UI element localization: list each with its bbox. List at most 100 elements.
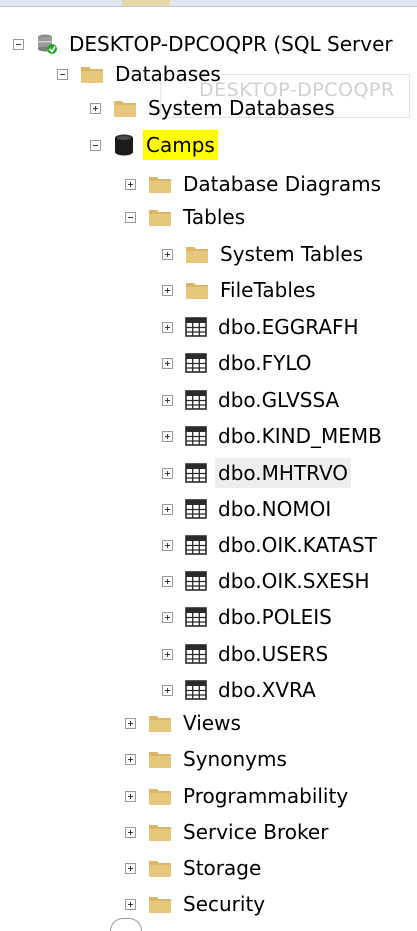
expand-toggle-icon[interactable] <box>162 611 173 623</box>
tree-node-table[interactable]: dbo.USERS <box>162 636 331 672</box>
expand-toggle-icon[interactable] <box>125 826 136 838</box>
table-icon <box>185 390 207 410</box>
table-label: dbo.OIK.SXESH <box>218 569 370 593</box>
security-label: Security <box>183 892 266 916</box>
expand-toggle-icon[interactable] <box>162 357 173 369</box>
table-icon <box>185 680 207 700</box>
expand-toggle-icon[interactable] <box>162 394 173 406</box>
partial-next-item-icon <box>110 918 142 931</box>
server-connected-icon <box>38 34 57 54</box>
folder-icon <box>149 861 171 877</box>
expand-toggle-icon[interactable] <box>162 684 173 696</box>
tree-node-database-diagrams[interactable]: Database Diagrams <box>125 166 384 202</box>
tree-node-tables[interactable]: Tables <box>125 199 248 235</box>
table-label: dbo.KIND_MEMB <box>218 424 382 448</box>
tree-node-databases[interactable]: Databases <box>57 56 224 92</box>
table-icon <box>185 571 207 591</box>
expand-toggle-icon[interactable] <box>162 321 173 333</box>
folder-icon <box>149 752 171 768</box>
tree-node-system-tables[interactable]: System Tables <box>162 236 366 272</box>
table-label: dbo.OIK.KATAST <box>218 533 377 557</box>
table-icon <box>185 426 207 446</box>
tree-node-table[interactable]: dbo.POLEIS <box>162 599 335 635</box>
tree-node-table-selected[interactable]: dbo.MHTRVO <box>162 455 352 491</box>
expand-toggle-icon[interactable] <box>125 790 136 802</box>
tree-node-programmability[interactable]: Programmability <box>125 778 351 814</box>
database-diagrams-label: Database Diagrams <box>183 172 382 196</box>
tree-node-service-broker[interactable]: Service Broker <box>125 814 331 850</box>
table-label: dbo.XVRA <box>218 678 316 702</box>
folder-icon <box>149 210 171 226</box>
expand-toggle-icon[interactable] <box>162 430 173 442</box>
tree-node-table[interactable]: dbo.EGGRAFH <box>162 309 362 345</box>
tree-node-table[interactable]: dbo.KIND_MEMB <box>162 418 385 454</box>
table-label: dbo.FYLO <box>218 351 312 375</box>
tree-node-camps-database[interactable]: Camps <box>90 127 218 163</box>
synonyms-label: Synonyms <box>183 747 287 771</box>
folder-icon <box>149 177 171 193</box>
tree-node-system-databases[interactable]: System Databases <box>90 90 338 126</box>
table-icon <box>185 353 207 373</box>
expand-toggle-icon[interactable] <box>162 648 173 660</box>
folder-icon <box>186 283 208 299</box>
table-icon <box>185 535 207 555</box>
expand-toggle-icon[interactable] <box>125 717 136 729</box>
table-label: dbo.USERS <box>218 642 329 666</box>
collapse-toggle-icon[interactable] <box>90 139 101 151</box>
object-explorer-tree: DESKTOP-DPCOQPR (SQL Server Databases Sy… <box>0 0 417 928</box>
tree-node-table[interactable]: dbo.NOMOI <box>162 491 334 527</box>
collapse-toggle-icon[interactable] <box>125 211 136 223</box>
table-label: dbo.NOMOI <box>218 497 332 521</box>
table-icon <box>185 607 207 627</box>
expand-toggle-icon[interactable] <box>125 862 136 874</box>
system-tables-label: System Tables <box>220 242 364 266</box>
tables-label: Tables <box>183 205 246 229</box>
tree-node-table[interactable]: dbo.OIK.SXESH <box>162 563 373 599</box>
table-label: dbo.POLEIS <box>218 605 332 629</box>
filetables-label: FileTables <box>220 278 316 302</box>
tree-node-storage[interactable]: Storage <box>125 850 264 886</box>
tree-node-security[interactable]: Security <box>125 886 268 922</box>
tree-node-table[interactable]: dbo.GLVSSA <box>162 382 342 418</box>
table-icon <box>185 317 207 337</box>
expand-toggle-icon[interactable] <box>162 248 173 260</box>
folder-icon <box>149 789 171 805</box>
server-label: DESKTOP-DPCOQPR (SQL Server <box>69 32 393 56</box>
tree-node-synonyms[interactable]: Synonyms <box>125 741 290 777</box>
expand-toggle-icon[interactable] <box>90 102 101 114</box>
tree-node-filetables[interactable]: FileTables <box>162 272 319 308</box>
expand-toggle-icon[interactable] <box>125 178 136 190</box>
expand-toggle-icon[interactable] <box>125 753 136 765</box>
tree-node-table[interactable]: dbo.XVRA <box>162 672 319 708</box>
folder-icon <box>81 67 103 83</box>
table-icon <box>185 463 207 483</box>
expand-toggle-icon[interactable] <box>162 575 173 587</box>
folder-icon <box>149 716 171 732</box>
expand-toggle-icon[interactable] <box>162 467 173 479</box>
collapse-toggle-icon[interactable] <box>13 38 24 50</box>
table-label: dbo.MHTRVO <box>215 458 352 488</box>
databases-label: Databases <box>115 62 221 86</box>
tree-node-table[interactable]: dbo.OIK.KATAST <box>162 527 380 563</box>
collapse-toggle-icon[interactable] <box>57 68 68 80</box>
folder-icon <box>186 247 208 263</box>
expand-toggle-icon[interactable] <box>162 539 173 551</box>
table-label: dbo.GLVSSA <box>218 388 340 412</box>
system-databases-label: System Databases <box>148 96 335 120</box>
folder-icon <box>149 825 171 841</box>
expand-toggle-icon[interactable] <box>125 898 136 910</box>
database-icon <box>115 134 133 156</box>
tree-node-views[interactable]: Views <box>125 705 244 741</box>
table-icon <box>185 499 207 519</box>
expand-toggle-icon[interactable] <box>162 503 173 515</box>
camps-label: Camps <box>143 130 218 160</box>
views-label: Views <box>183 711 241 735</box>
folder-icon <box>114 101 136 117</box>
table-icon <box>185 644 207 664</box>
service-broker-label: Service Broker <box>183 820 329 844</box>
storage-label: Storage <box>183 856 262 880</box>
table-label: dbo.EGGRAFH <box>218 315 359 339</box>
tree-node-table[interactable]: dbo.FYLO <box>162 345 315 381</box>
expand-toggle-icon[interactable] <box>162 284 173 296</box>
folder-icon <box>149 897 171 913</box>
